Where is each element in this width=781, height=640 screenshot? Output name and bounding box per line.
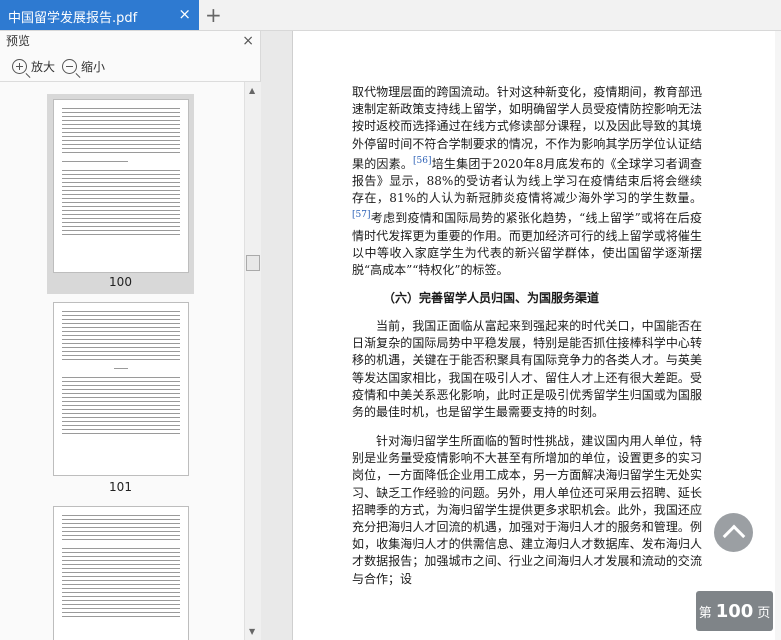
zoom-in-icon <box>12 59 27 74</box>
section-heading: （六）完善留学人员归国、为国服务渠道 <box>383 291 600 305</box>
sidebar-scrollbar[interactable]: ▲ ▼ <box>244 82 261 640</box>
thumbnail-list: 100 101 <box>0 82 244 640</box>
document-viewer: 取代物理层面的跨国流动。针对这种新变化，疫情期间，教育部迅速制定新政策支持线上留… <box>261 31 781 640</box>
sidebar-toolbar: 放大 缩小 <box>0 51 260 82</box>
thumbnail-image <box>53 302 189 476</box>
paragraph-text: 考虑到疫情和国际局势的紧张化趋势，“线上留学”或将在后疫情时代发挥更为重要的作用… <box>352 211 702 278</box>
citation-link[interactable]: [56] <box>413 156 431 166</box>
current-page-number: 100 <box>715 600 754 622</box>
thumbnail-page-100[interactable]: 100 <box>47 94 194 294</box>
sidebar-header: 预览 × <box>0 31 260 51</box>
zoom-in-button[interactable]: 放大 <box>12 58 55 75</box>
thumbnail-page-101[interactable]: 101 <box>47 302 194 502</box>
document-tab[interactable]: 中国留学发展报告.pdf × <box>0 0 199 30</box>
thumbnail-image <box>53 506 189 640</box>
page-indicator-suffix: 页 <box>757 605 771 621</box>
scroll-down-arrow-icon[interactable]: ▼ <box>249 627 255 636</box>
page-indicator: 第 100 页 <box>696 591 773 631</box>
paragraph-2: 当前，我国正面临从富起来到强起来的时代关口，中国能否在日渐复杂的国际局势中平稳发… <box>352 319 702 420</box>
thumbnail-page-number: 100 <box>109 275 132 289</box>
preview-sidebar: 预览 × 放大 缩小 100 101 ▲ ▼ <box>0 31 261 640</box>
scroll-up-arrow-icon[interactable]: ▲ <box>249 86 255 95</box>
new-tab-icon[interactable]: + <box>205 3 222 27</box>
back-to-top-button[interactable] <box>714 513 753 552</box>
zoom-out-label: 缩小 <box>81 60 106 74</box>
pdf-page: 取代物理层面的跨国流动。针对这种新变化，疫情期间，教育部迅速制定新政策支持线上留… <box>292 31 776 640</box>
document-scrollbar[interactable] <box>775 31 781 640</box>
tab-bar: 中国留学发展报告.pdf × + <box>0 0 781 31</box>
thumbnail-page-102[interactable] <box>47 506 194 640</box>
thumbnail-page-number: 101 <box>109 480 132 494</box>
citation-link[interactable]: [57] <box>352 210 370 220</box>
close-tab-icon[interactable]: × <box>178 5 191 23</box>
zoom-out-button[interactable]: 缩小 <box>62 58 105 75</box>
page-indicator-prefix: 第 <box>698 605 712 621</box>
thumbnail-image <box>53 99 189 273</box>
zoom-out-icon <box>62 59 77 74</box>
tab-title: 中国留学发展报告.pdf <box>8 11 138 26</box>
sidebar-scrollbar-thumb[interactable] <box>246 255 260 271</box>
paragraph-1: 取代物理层面的跨国流动。针对这种新变化，疫情期间，教育部迅速制定新政策支持线上留… <box>352 84 702 279</box>
close-sidebar-icon[interactable]: × <box>242 31 254 51</box>
sidebar-title: 预览 <box>6 34 31 48</box>
zoom-in-label: 放大 <box>31 60 56 74</box>
paragraph-3: 针对海归留学生所面临的暂时性挑战，建议国内用人单位，特别是业务量受疫情影响不大甚… <box>352 434 702 586</box>
